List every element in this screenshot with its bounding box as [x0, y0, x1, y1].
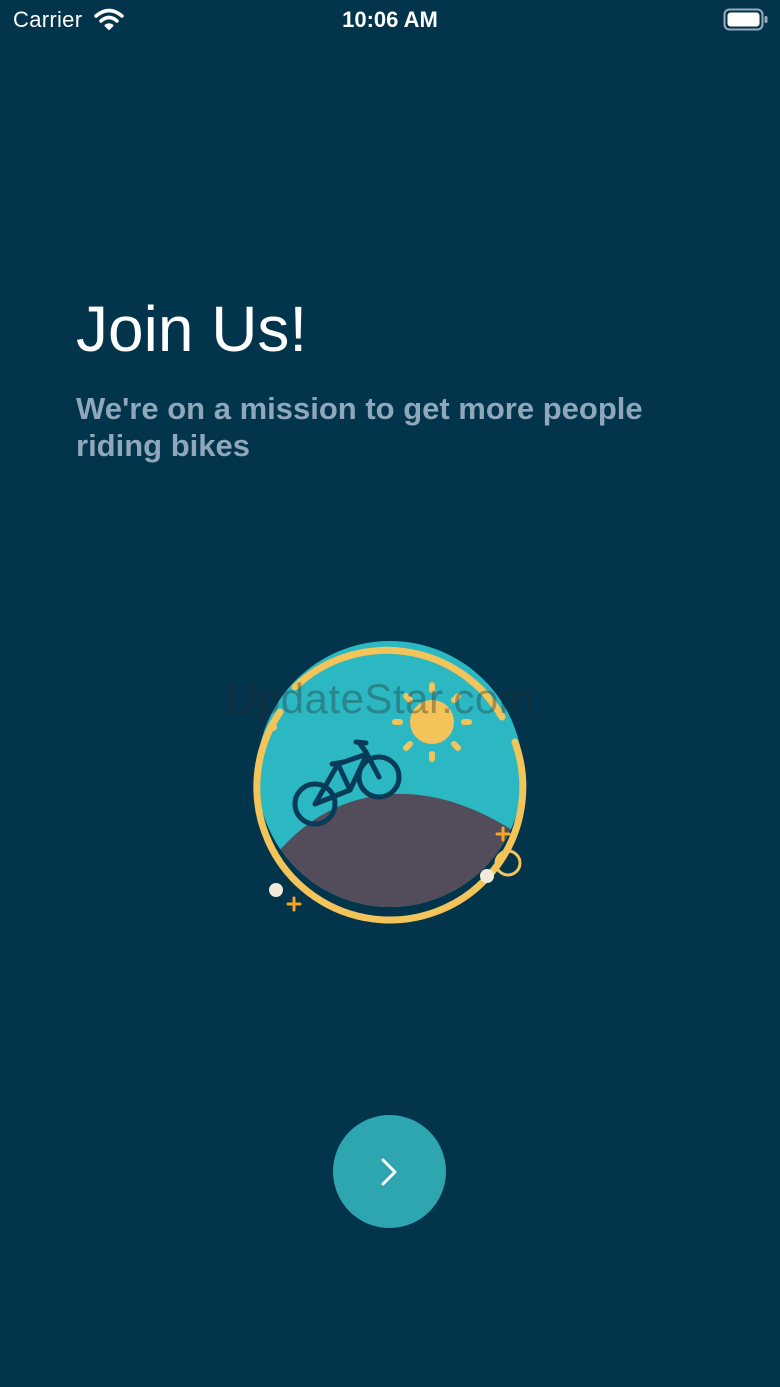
status-time: 10:06 AM	[342, 7, 438, 32]
watermark-text: UpdateStar.com	[226, 675, 535, 722]
next-button[interactable]	[333, 1115, 446, 1228]
battery-icon	[723, 8, 769, 37]
page-title: Join Us!	[76, 293, 308, 365]
page-subtitle: We're on a mission to get more people ri…	[76, 391, 643, 463]
status-bar: Carrier 10:06 AM	[0, 0, 780, 40]
chevron-right-icon	[381, 1158, 397, 1186]
